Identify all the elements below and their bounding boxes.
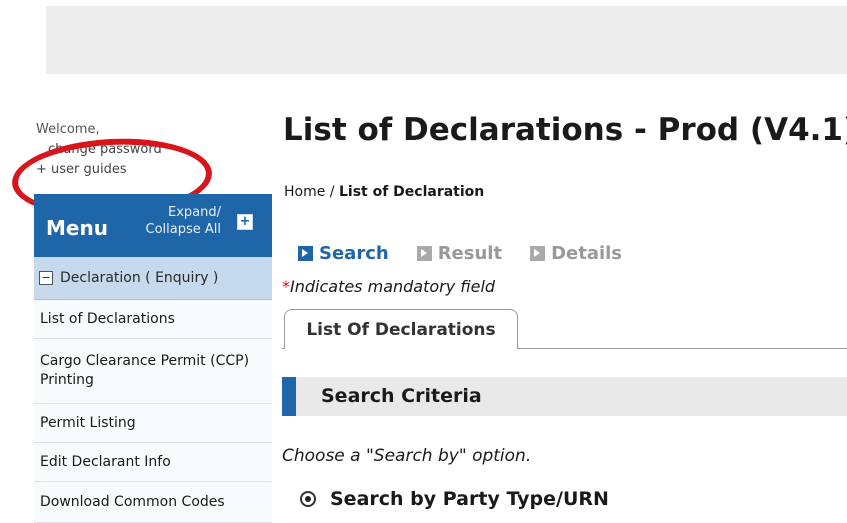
menu-header: Menu Expand/ Collapse All + — [34, 194, 272, 257]
menu-title: Menu — [46, 216, 108, 240]
sidebar-item[interactable]: Download Common Codes — [34, 482, 272, 523]
sidebar-item[interactable]: Permit Listing — [34, 404, 272, 443]
breadcrumb: Home / List of Declaration — [284, 184, 484, 200]
sidebar-section-declaration-enquiry[interactable]: − Declaration ( Enquiry ) — [34, 257, 272, 300]
wizard-steps: Search Result Details — [298, 243, 622, 264]
breadcrumb-home[interactable]: Home — [284, 184, 325, 200]
step-label: Details — [551, 243, 623, 264]
collapse-all-label: Collapse All — [145, 222, 222, 237]
top-banner — [46, 6, 847, 74]
step-label: Result — [437, 243, 503, 264]
section-label: Declaration ( Enquiry ) — [60, 270, 219, 286]
step-result[interactable]: Result — [416, 243, 503, 264]
search-by-party-option[interactable]: Search by Party Type/URN — [300, 488, 609, 510]
step-search[interactable]: Search — [298, 243, 389, 264]
sidebar-item[interactable]: List of Declarations — [34, 300, 272, 339]
step-arrow-icon — [416, 246, 432, 261]
step-details[interactable]: Details — [530, 243, 622, 264]
criteria-accent-bar — [282, 377, 296, 416]
search-criteria-header: Search Criteria — [282, 377, 847, 416]
step-arrow-icon — [298, 246, 313, 261]
mandatory-star: * — [282, 277, 290, 296]
step-arrow-icon — [530, 246, 546, 261]
mandatory-text: Indicates mandatory field — [290, 277, 496, 296]
sidebar-item[interactable]: Cargo Clearance Permit (CCP) Printing — [34, 339, 272, 404]
page-title: List of Declarations - Prod (V4.1) — [283, 112, 847, 148]
collapse-minus-icon[interactable]: − — [39, 271, 53, 285]
welcome-text: Welcome, — [36, 122, 100, 137]
tab-list-of-declarations[interactable]: List Of Declarations — [284, 309, 518, 349]
search-by-party-label: Search by Party Type/URN — [330, 488, 609, 510]
step-label: Search — [319, 243, 389, 264]
search-instruction: Choose a "Search by" option. — [282, 446, 532, 466]
breadcrumb-current: List of Declaration — [338, 184, 485, 200]
expand-collapse-all-link[interactable]: Expand/ Collapse All — [135, 204, 222, 238]
sidebar-items: List of Declarations Cargo Clearance Perm… — [34, 300, 272, 523]
search-by-party-radio[interactable] — [300, 491, 316, 507]
search-criteria-label: Search Criteria — [321, 385, 482, 407]
expand-label: Expand/ — [168, 205, 221, 220]
sidebar-item[interactable]: Edit Declarant Info — [34, 443, 272, 482]
sidebar-menu: Menu Expand/ Collapse All + − Declaratio… — [34, 194, 272, 523]
expand-all-plus-icon[interactable]: + — [237, 214, 253, 230]
mandatory-note: *Indicates mandatory field — [282, 277, 495, 296]
breadcrumb-separator: / — [329, 184, 339, 200]
